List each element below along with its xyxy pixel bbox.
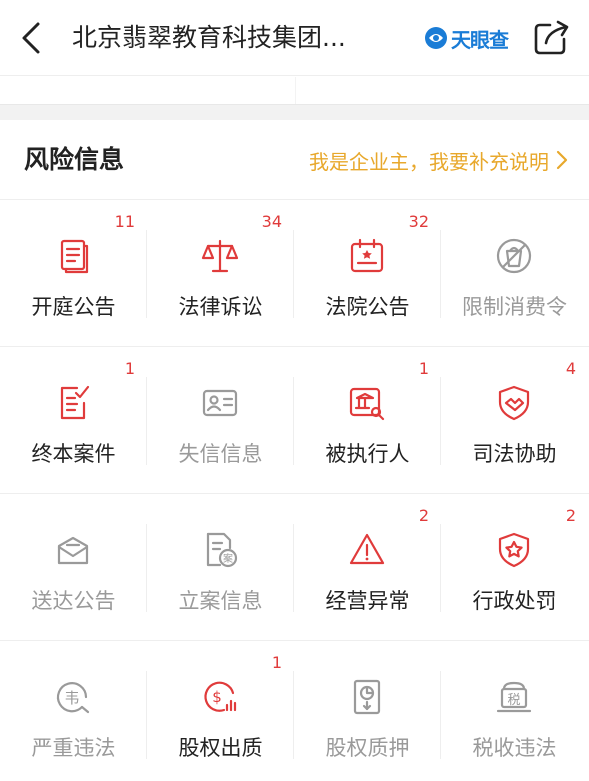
risk-item[interactable]: 限制消费令 (441, 200, 588, 347)
case-file-icon: 案 (206, 532, 238, 568)
id-card-icon (202, 389, 238, 417)
chevron-left-icon[interactable] (16, 20, 46, 56)
count-badge: 2 (565, 506, 576, 525)
risk-item-label: 股权出质 (178, 736, 263, 760)
risk-item-label: 税收违法 (472, 736, 557, 760)
risk-item-label: 股权质押 (325, 736, 410, 760)
svg-text:$: $ (212, 688, 222, 706)
risk-item[interactable]: 1 $ 股权出质 (147, 641, 294, 781)
risk-item[interactable]: 股权质押 (294, 641, 441, 781)
top-bar: 北京翡翠教育科技集团... 天眼查 (0, 0, 589, 76)
risk-grid-row: 韦严重违法 1 $ 股权出质 股权质押 税税收违法 (0, 641, 589, 781)
risk-item[interactable]: 失信信息 (147, 347, 294, 494)
risk-item[interactable]: 2 经营异常 (294, 494, 441, 641)
shield-handshake-icon (498, 385, 530, 421)
risk-item-label: 被执行人 (325, 442, 410, 466)
envelope-icon (57, 536, 89, 565)
no-bag-icon (496, 238, 532, 274)
risk-item[interactable]: 32 法院公告 (294, 200, 441, 347)
risk-item[interactable]: 1 被执行人 (294, 347, 441, 494)
chevron-right-icon (556, 150, 568, 170)
risk-item[interactable]: 税税收违法 (441, 641, 588, 781)
risk-item-label: 法院公告 (325, 295, 410, 319)
section-separator (0, 104, 589, 120)
checked-doc-icon (60, 385, 90, 420)
risk-grid: 11 开庭公告 34 法律诉讼 32 法院公告 限制消费令 1 终本案件 失信信息 1 被执行人 4 司法… (0, 200, 589, 781)
content-spacer (0, 77, 589, 104)
risk-item[interactable]: 1 终本案件 (0, 347, 147, 494)
risk-item[interactable]: 34 法律诉讼 (147, 200, 294, 347)
svg-text:案: 案 (223, 552, 233, 565)
risk-grid-row: 11 开庭公告 34 法律诉讼 32 法院公告 限制消费令 (0, 200, 589, 347)
court-search-icon (349, 387, 385, 421)
risk-section-header: 风险信息 我是企业主，我要补充说明 (0, 120, 589, 200)
risk-item[interactable]: 韦严重违法 (0, 641, 147, 781)
count-badge: 34 (261, 212, 282, 231)
risk-grid-row: 送达公告 案立案信息 2 经营异常 2 行政处罚 (0, 494, 589, 641)
brand-logo: 天眼查 (424, 22, 509, 54)
svg-text:税: 税 (507, 693, 520, 708)
page-title: 北京翡翠教育科技集团... (72, 23, 346, 52)
count-badge: 1 (418, 359, 429, 378)
risk-item[interactable]: 2 行政处罚 (441, 494, 588, 641)
equity-pledge-icon: $ (204, 681, 237, 712)
risk-item[interactable]: 送达公告 (0, 494, 147, 641)
risk-item-label: 立案信息 (178, 589, 263, 613)
count-badge: 11 (114, 212, 135, 231)
risk-item-label: 终本案件 (31, 442, 116, 466)
svg-text:韦: 韦 (64, 689, 79, 707)
risk-item-label: 严重违法 (31, 736, 116, 760)
risk-item[interactable]: 案立案信息 (147, 494, 294, 641)
document-icon (60, 239, 89, 274)
calendar-notice-icon (350, 238, 384, 273)
count-badge: 2 (418, 506, 429, 525)
shield-star-icon (498, 532, 530, 568)
scales-icon (201, 239, 239, 273)
count-badge: 4 (565, 359, 576, 378)
owner-supplement-link[interactable]: 我是企业主，我要补充说明 (309, 142, 569, 178)
divider (295, 77, 296, 104)
section-title: 风险信息 (24, 145, 125, 174)
risk-item-label: 限制消费令 (462, 295, 567, 319)
count-badge: 32 (408, 212, 429, 231)
risk-grid-row: 1 终本案件 失信信息 1 被执行人 4 司法协助 (0, 347, 589, 494)
tax-icon: 税 (496, 681, 532, 713)
risk-item-label: 开庭公告 (31, 295, 116, 319)
violation-icon: 韦 (56, 682, 90, 714)
risk-item-label: 失信信息 (178, 442, 263, 466)
risk-item-label: 行政处罚 (472, 589, 557, 613)
risk-item[interactable]: 4 司法协助 (441, 347, 588, 494)
share-icon[interactable] (532, 19, 572, 57)
owner-link-label: 我是企业主，我要补充说明 (309, 149, 549, 174)
risk-item-label: 经营异常 (325, 589, 410, 613)
risk-item-label: 司法协助 (472, 442, 557, 466)
brand-name: 天眼查 (451, 27, 509, 52)
risk-item-label: 法律诉讼 (178, 295, 263, 319)
risk-item-label: 送达公告 (31, 589, 116, 613)
count-badge: 1 (124, 359, 135, 378)
count-badge: 1 (271, 653, 282, 672)
tianyancha-logo-icon (425, 27, 447, 49)
pie-doc-icon (353, 679, 381, 715)
risk-item[interactable]: 11 开庭公告 (0, 200, 147, 347)
warning-icon (349, 533, 385, 565)
